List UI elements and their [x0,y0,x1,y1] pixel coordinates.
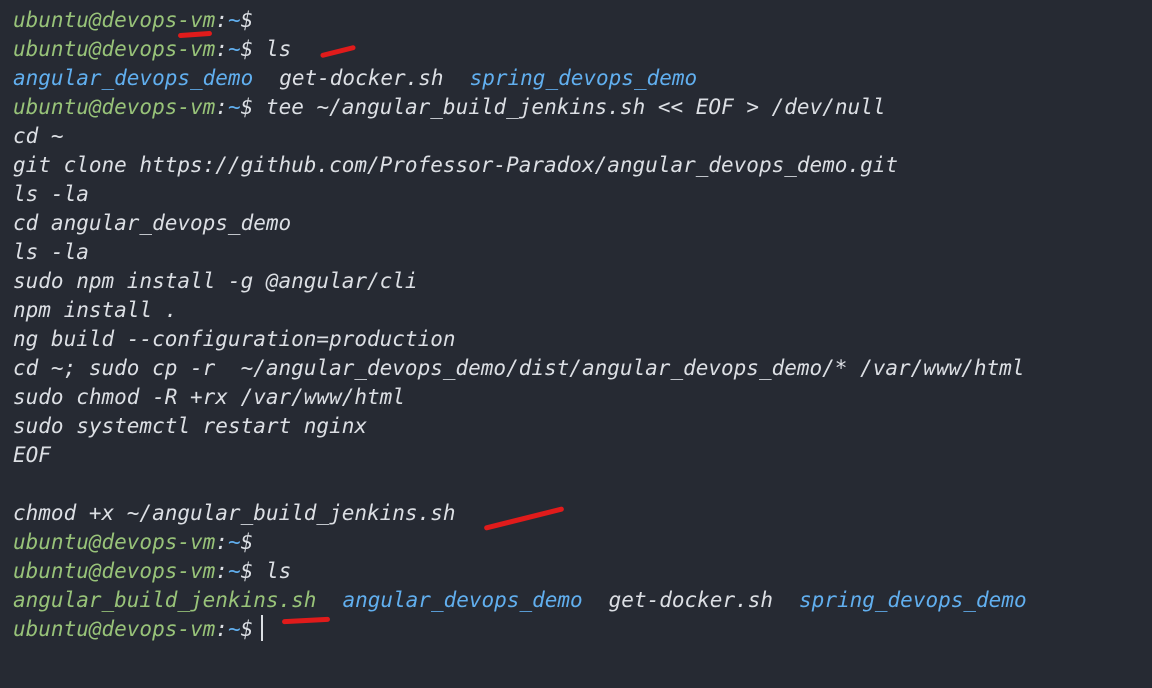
heredoc-line: cd ~ [13,124,64,148]
prompt-symbol: $ [240,559,254,583]
prompt-separator: : [215,95,228,119]
prompt-symbol: $ [240,37,254,61]
directory-entry: angular_devops_demo [342,588,583,612]
command-text: tee ~/angular_build_jenkins.sh << EOF > … [265,95,886,119]
directory-entry: spring_devops_demo [799,588,1027,612]
directory-entry: spring_devops_demo [469,66,698,90]
prompt-symbol: $ [240,617,254,641]
directory-entry: angular_devops_demo [13,66,254,90]
prompt-line: ubuntu@devops-vm:~$ ls [13,557,1152,586]
heredoc-line: cd ~; sudo cp -r ~/angular_devops_demo/d… [13,356,1025,380]
prompt-separator: : [215,37,228,61]
heredoc-line: git clone https://github.com/Professor-P… [13,153,899,177]
command-line: chmod +x ~/angular_build_jenkins.sh [13,501,456,525]
prompt-path: ~ [227,95,241,119]
file-entry: get-docker.sh [279,66,444,90]
heredoc-line: sudo systemctl restart nginx [13,414,368,438]
ls-output-line: angular_build_jenkins.sh angular_devops_d… [13,586,1152,615]
prompt-symbol: $ [240,95,254,119]
heredoc-line: sudo chmod -R +rx /var/www/html [13,385,405,409]
prompt-path: ~ [227,617,241,641]
heredoc-line: npm install . [13,298,178,322]
prompt-path: ~ [227,530,241,554]
prompt-user: ubuntu@devops-vm [13,37,216,61]
prompt-path: ~ [227,559,241,583]
heredoc-line: EOF [13,443,51,467]
command-text: ls [265,37,292,61]
file-entry: get-docker.sh [608,588,774,612]
prompt-symbol: $ [240,530,254,554]
prompt-line: ubuntu@devops-vm:~$ tee ~/angular_build_… [13,93,1152,122]
prompt-separator: : [215,8,228,32]
prompt-line-active[interactable]: ubuntu@devops-vm:~$ [13,615,1152,644]
prompt-separator: : [215,530,228,554]
prompt-user: ubuntu@devops-vm [13,559,216,583]
prompt-separator: : [215,559,228,583]
prompt-user: ubuntu@devops-vm [13,530,216,554]
terminal-window[interactable]: ubuntu@devops-vm:~$ ubuntu@devops-vm:~$ … [0,0,1152,688]
command-text: ls [265,559,292,583]
heredoc-line: ls -la [13,240,89,264]
prompt-symbol: $ [240,8,254,32]
prompt-line: ubuntu@devops-vm:~$ [13,528,1152,557]
heredoc-line: ng build --configuration=production [13,327,456,351]
prompt-separator: : [215,617,228,641]
prompt-path: ~ [227,37,241,61]
executable-entry: angular_build_jenkins.sh [13,588,317,612]
prompt-path: ~ [227,8,241,32]
prompt-user: ubuntu@devops-vm [13,95,216,119]
prompt-user: ubuntu@devops-vm [13,617,216,641]
prompt-line: ubuntu@devops-vm:~$ ls [13,35,1152,64]
prompt-line: ubuntu@devops-vm:~$ [13,6,1152,35]
heredoc-line: sudo npm install -g @angular/cli [13,269,418,293]
text-cursor[interactable] [261,615,264,641]
heredoc-line: ls -la [13,182,89,206]
ls-output-line: angular_devops_demo get-docker.sh spring_d… [13,64,1152,93]
heredoc-line: cd angular_devops_demo [13,211,292,235]
prompt-user: ubuntu@devops-vm [13,8,216,32]
